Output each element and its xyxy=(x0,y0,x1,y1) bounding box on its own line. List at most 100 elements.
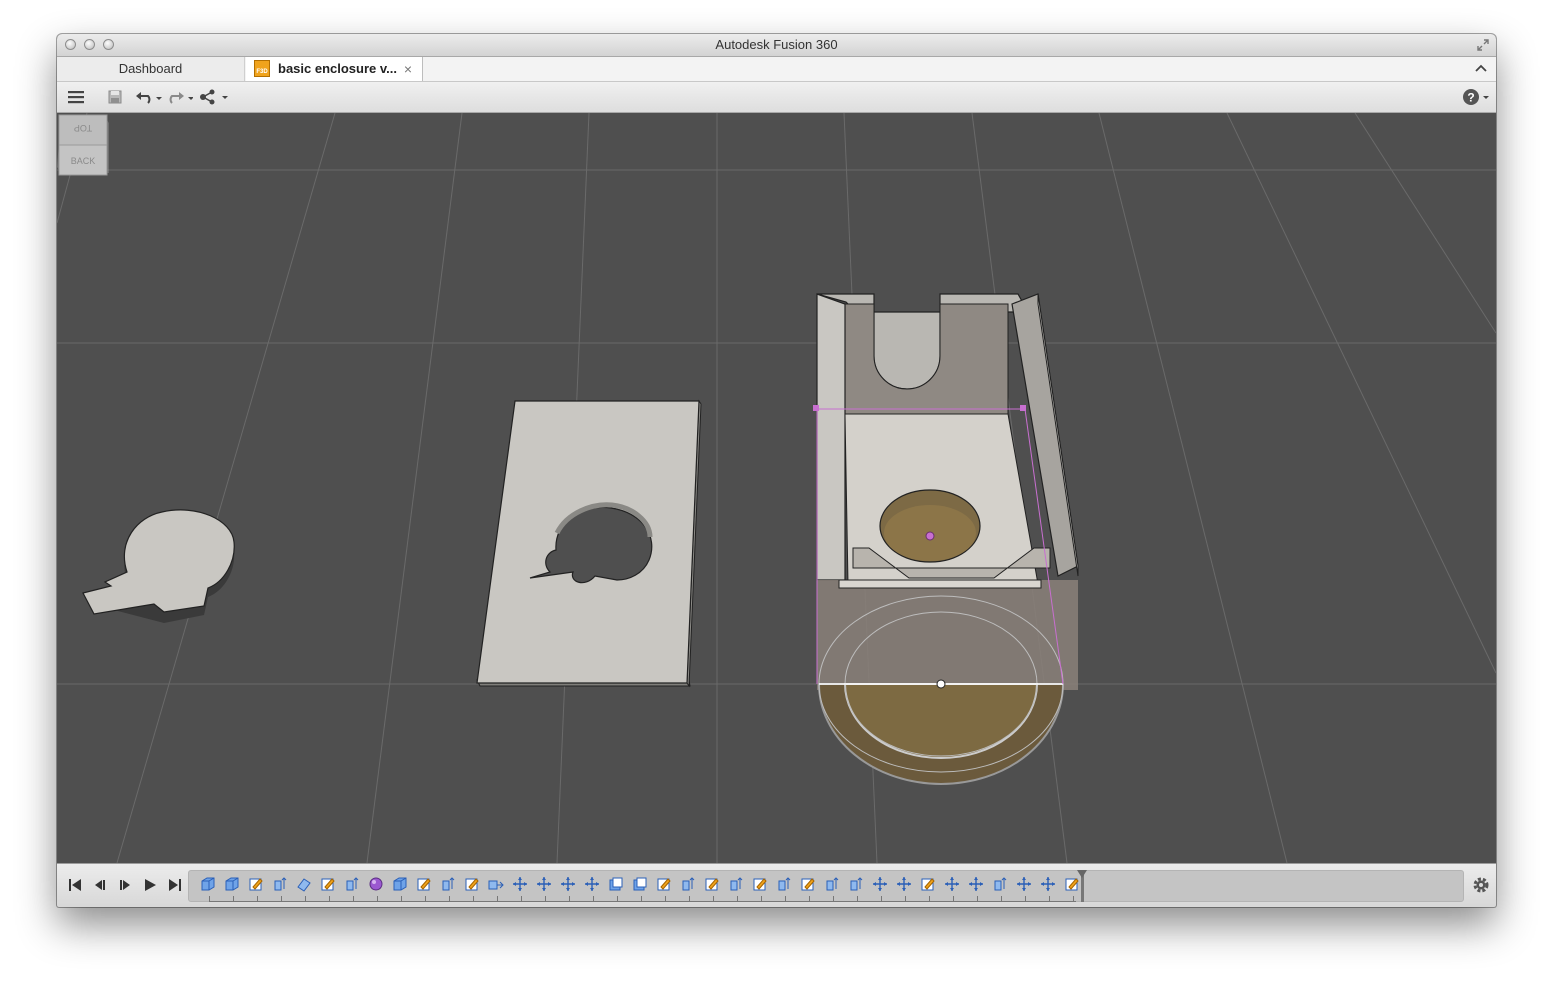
toolbar: ? xyxy=(57,82,1496,113)
tab-label: Dashboard xyxy=(118,61,183,76)
redo-icon xyxy=(169,92,193,104)
sketch-icon xyxy=(1065,878,1079,891)
timeline-feature-sketch[interactable] xyxy=(655,875,673,893)
step-back-button[interactable] xyxy=(90,876,109,894)
timeline-marker[interactable] xyxy=(1077,870,1087,902)
sketch-icon xyxy=(753,878,767,891)
chevron-up-icon[interactable] xyxy=(1474,61,1488,75)
timeline-feature-extrude[interactable] xyxy=(727,875,745,893)
move-icon xyxy=(897,877,911,891)
app-window: Autodesk Fusion 360 Dashboard F3D basic … xyxy=(57,34,1496,907)
zoom-window-button[interactable] xyxy=(103,39,114,50)
help-button[interactable]: ? xyxy=(1462,87,1492,107)
menu-button[interactable] xyxy=(67,87,85,107)
fullscreen-icon[interactable] xyxy=(1476,38,1490,52)
timeline-track[interactable] xyxy=(188,870,1464,902)
extrude-icon xyxy=(850,877,863,891)
tab-bar: Dashboard F3D basic enclosure v... × xyxy=(57,57,1496,82)
timeline-feature-box[interactable] xyxy=(223,875,241,893)
3d-viewport[interactable]: TOP BACK xyxy=(57,113,1496,863)
timeline-feature-plane[interactable] xyxy=(295,875,313,893)
timeline-feature-extrude[interactable] xyxy=(439,875,457,893)
timeline-feature-sketch[interactable] xyxy=(415,875,433,893)
timeline-feature-move[interactable] xyxy=(895,875,913,893)
enclosure-body[interactable] xyxy=(813,293,1079,785)
timeline-feature-extrude[interactable] xyxy=(775,875,793,893)
move-icon xyxy=(585,877,599,891)
go-to-end-button[interactable] xyxy=(165,876,184,894)
move-icon xyxy=(513,877,527,891)
viewcube-back-label: BACK xyxy=(71,156,96,166)
timeline-feature-move[interactable] xyxy=(559,875,577,893)
ground-grid xyxy=(57,113,1496,863)
timeline-feature-move[interactable] xyxy=(871,875,889,893)
move-icon xyxy=(561,877,575,891)
joint-icon xyxy=(488,880,504,890)
box-icon xyxy=(201,877,215,891)
head-part[interactable] xyxy=(82,509,235,623)
timeline-feature-move[interactable] xyxy=(535,875,553,893)
move-icon xyxy=(1041,877,1055,891)
window-controls xyxy=(65,39,114,50)
model-canvas[interactable] xyxy=(57,113,1496,863)
timeline-feature-sphere[interactable] xyxy=(367,875,385,893)
timeline-feature-move[interactable] xyxy=(1039,875,1057,893)
timeline-feature-box[interactable] xyxy=(391,875,409,893)
step-back-icon xyxy=(94,880,105,890)
timeline-feature-sketch[interactable] xyxy=(799,875,817,893)
timeline-feature-sketch[interactable] xyxy=(463,875,481,893)
shell-icon xyxy=(609,877,623,891)
timeline-feature-extrude[interactable] xyxy=(343,875,361,893)
move-icon xyxy=(1017,877,1031,891)
save-button[interactable] xyxy=(107,87,123,107)
timeline-feature-move[interactable] xyxy=(943,875,961,893)
plane-icon xyxy=(297,878,311,892)
share-button[interactable] xyxy=(199,87,231,107)
timeline-feature-sketch[interactable] xyxy=(919,875,937,893)
move-icon xyxy=(537,877,551,891)
view-cube[interactable]: TOP BACK xyxy=(57,113,109,177)
undo-button[interactable] xyxy=(135,87,163,107)
extrude-icon xyxy=(730,877,743,891)
skip-start-icon xyxy=(68,879,81,891)
gear-icon[interactable] xyxy=(1472,876,1490,894)
timeline-feature-sketch[interactable] xyxy=(247,875,265,893)
undo-icon xyxy=(136,92,162,104)
sketch-icon xyxy=(321,878,335,891)
tab-dashboard[interactable]: Dashboard xyxy=(57,57,245,81)
close-window-button[interactable] xyxy=(65,39,76,50)
move-icon xyxy=(873,877,887,891)
svg-text:?: ? xyxy=(1467,91,1474,105)
timeline-feature-move[interactable] xyxy=(1015,875,1033,893)
timeline-feature-move[interactable] xyxy=(967,875,985,893)
step-forward-button[interactable] xyxy=(115,876,134,894)
cutout-plate[interactable] xyxy=(476,399,702,688)
tab-close-icon[interactable]: × xyxy=(404,57,412,81)
timeline-feature-box[interactable] xyxy=(199,875,217,893)
sketch-icon xyxy=(921,878,935,891)
timeline-feature-extrude[interactable] xyxy=(823,875,841,893)
timeline-feature-joint[interactable] xyxy=(487,875,505,893)
extrude-icon xyxy=(826,877,839,891)
redo-button[interactable] xyxy=(165,87,193,107)
timeline-feature-extrude[interactable] xyxy=(991,875,1009,893)
play-button[interactable] xyxy=(140,876,159,894)
timeline-feature-sketch[interactable] xyxy=(703,875,721,893)
minimize-window-button[interactable] xyxy=(84,39,95,50)
timeline-feature-extrude[interactable] xyxy=(679,875,697,893)
tab-label: basic enclosure v... xyxy=(278,61,397,76)
extrude-icon xyxy=(682,877,695,891)
timeline-feature-extrude[interactable] xyxy=(271,875,289,893)
timeline-feature-move[interactable] xyxy=(583,875,601,893)
timeline-feature-extrude[interactable] xyxy=(847,875,865,893)
timeline-feature-move[interactable] xyxy=(511,875,529,893)
skip-end-icon xyxy=(168,879,181,891)
timeline-feature-sketch[interactable] xyxy=(319,875,337,893)
tab-document[interactable]: F3D basic enclosure v... × xyxy=(246,57,423,81)
timeline-feature-shell[interactable] xyxy=(631,875,649,893)
timeline-feature-sketch[interactable] xyxy=(751,875,769,893)
timeline-feature-shell[interactable] xyxy=(607,875,625,893)
go-to-start-button[interactable] xyxy=(65,876,84,894)
timeline-features xyxy=(199,875,1081,893)
window-title: Autodesk Fusion 360 xyxy=(715,37,838,52)
